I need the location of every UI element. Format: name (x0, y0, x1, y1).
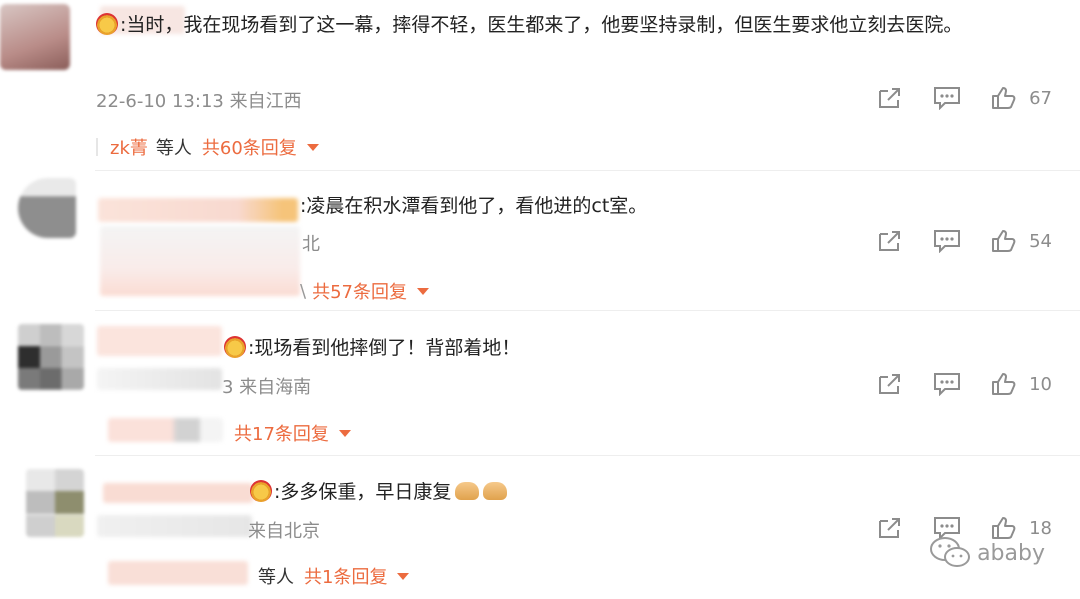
replies-link[interactable]: 共17条回复 (234, 420, 351, 446)
comment-button[interactable] (933, 86, 961, 110)
comment-icon (934, 87, 961, 110)
like-icon (992, 373, 1016, 395)
chevron-down-icon (416, 287, 429, 295)
reply-etc: 等人 (258, 567, 294, 588)
reply-etc: 等人 (155, 138, 192, 159)
comment-item: :凌晨在积水潭看到他了，看他进的ct室。 北 54 \ 共57条回复 (0, 170, 1080, 310)
reply-count[interactable]: 共60条回复 (202, 134, 297, 160)
avatar[interactable] (18, 178, 76, 238)
comment-text: :凌晨在积水潭看到他了，看他进的ct室。 (300, 195, 648, 217)
reply-count[interactable]: 共17条回复 (234, 420, 329, 446)
comment-item: :多多保重，早日康复 来自北京 18 等人 共1条回复 (0, 455, 1080, 599)
blurred-block (108, 561, 248, 585)
replies-link[interactable]: \ 共57条回复 (300, 278, 429, 304)
watermark-text: ababy (977, 540, 1045, 566)
heart-eyes-emoji-icon (224, 336, 246, 358)
share-icon (879, 231, 901, 251)
comment-text: :多多保重，早日康复 (250, 475, 508, 509)
wechat-logo-icon (930, 537, 971, 567)
blurred-block (108, 418, 223, 442)
heart-eyes-emoji-icon (96, 13, 118, 35)
comment-actions: 54 (847, 227, 1052, 255)
comment-meta: 来自北京 (248, 521, 320, 542)
comment-item: :当时，我在现场看到了这一幕，摔得不轻，医生都来了，他要坚持录制，但医生要求他立… (0, 0, 1080, 170)
heart-eyes-emoji-icon (250, 480, 272, 502)
share-icon (879, 518, 901, 538)
comment-meta: 北 (302, 234, 320, 255)
blurred-username (97, 326, 222, 356)
reply-bar (96, 138, 98, 156)
chevron-down-icon (306, 143, 319, 151)
blurred-block (97, 515, 252, 537)
reply-etc: \ (300, 280, 307, 302)
blurred-block (100, 226, 300, 296)
comment-item: :现场看到他摔倒了！背部着地！ 3 来自海南 10 共17条回复 (0, 310, 1080, 455)
like-button[interactable]: 10 (991, 372, 1052, 396)
like-count: 10 (1029, 373, 1052, 395)
blurred-block (97, 368, 222, 390)
avatar[interactable] (26, 469, 84, 537)
like-icon (992, 230, 1016, 252)
share-button[interactable] (877, 86, 903, 110)
avatar[interactable] (18, 324, 84, 390)
comment-text: :现场看到他摔倒了！背部着地！ (224, 331, 520, 365)
replies-link[interactable]: zk菁 等人 共60条回复 (96, 134, 319, 160)
reply-count[interactable]: 共57条回复 (312, 278, 407, 304)
comment-icon (934, 373, 961, 396)
chevron-down-icon (338, 429, 351, 437)
chevron-down-icon (397, 572, 410, 580)
reply-user[interactable]: zk菁 (110, 134, 148, 160)
fist-emoji-icon (483, 482, 508, 500)
like-count: 67 (1029, 87, 1052, 109)
share-button[interactable] (877, 516, 903, 540)
like-button[interactable]: 54 (991, 229, 1052, 253)
comment-icon (934, 230, 961, 253)
comment-text: :当时，我在现场看到了这一幕，摔得不轻，医生都来了，他要坚持录制，但医生要求他立… (96, 8, 1056, 42)
blurred-username (98, 198, 298, 222)
comment-actions: 67 (847, 84, 1052, 112)
like-button[interactable]: 67 (991, 86, 1052, 110)
fist-emoji-icon (455, 482, 480, 500)
share-button[interactable] (877, 229, 903, 253)
like-count: 54 (1029, 230, 1052, 252)
share-icon (879, 88, 901, 108)
blurred-username (103, 483, 253, 503)
share-icon (879, 374, 901, 394)
watermark: ababy (929, 535, 1045, 571)
comment-button[interactable] (933, 229, 961, 253)
comment-button[interactable] (933, 372, 961, 396)
like-icon (992, 87, 1016, 109)
reply-count[interactable]: 共1条回复 (304, 563, 387, 589)
comment-meta: 22-6-10 13:13 来自江西 (96, 91, 302, 112)
replies-link[interactable]: 等人 共1条回复 (258, 563, 410, 589)
avatar[interactable] (0, 4, 70, 70)
comment-actions: 10 (847, 370, 1052, 398)
comment-meta: 3 来自海南 (222, 377, 312, 398)
share-button[interactable] (877, 372, 903, 396)
